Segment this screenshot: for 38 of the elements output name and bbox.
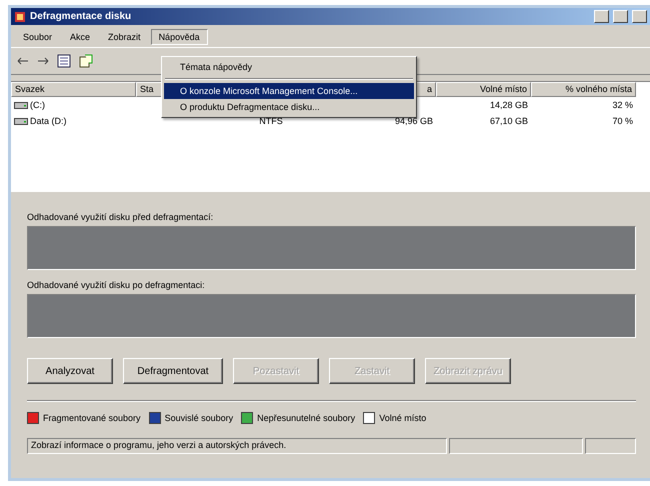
table-cell: Data (D:)	[11, 113, 136, 129]
before-label: Odhadované využití disku před defragmentací:	[27, 212, 214, 222]
menu-item[interactable]: Akce	[62, 29, 98, 45]
column-header[interactable]: Svazek	[11, 82, 136, 97]
table-cell: (C:)	[11, 97, 136, 113]
legend-label: Nepřesunutelné soubory	[257, 413, 356, 423]
forward-arrow-icon[interactable]	[37, 57, 49, 65]
table-cell-text: 94,96 GB	[394, 115, 434, 128]
table-cell-text: 32 %	[611, 99, 634, 112]
menu-entry[interactable]: O produktu Defragmentace disku...	[164, 99, 414, 115]
column-header[interactable]: % volného místa	[531, 82, 636, 97]
back-arrow-icon[interactable]	[17, 57, 29, 65]
table-cell-text: 70 %	[611, 115, 634, 128]
maximize-button[interactable]	[613, 10, 628, 23]
menu-entry[interactable]: Témata nápovědy	[164, 59, 414, 75]
table-cell-text: 67,10 GB	[488, 115, 529, 128]
legend-label: Souvislé soubory	[164, 413, 234, 423]
minimize-button[interactable]	[594, 10, 609, 23]
defrag-app-icon	[14, 10, 26, 22]
properties-icon[interactable]	[57, 54, 71, 68]
menu-item[interactable]: Zobrazit	[100, 29, 149, 45]
drive-icon	[14, 100, 28, 110]
menu-item[interactable]: Nápověda	[150, 29, 208, 45]
status-panel	[585, 438, 636, 454]
column-header[interactable]: Volné místo	[436, 82, 531, 97]
menu-entry[interactable]: O konzole Microsoft Management Console...	[164, 83, 414, 99]
legend-label: Volné místo	[379, 413, 426, 423]
action-button[interactable]: Defragmentovat	[123, 358, 223, 384]
window-title: Defragmentace disku	[30, 11, 132, 22]
action-button[interactable]: Analyzovat	[27, 358, 113, 384]
legend-label: Fragmentované soubory	[43, 413, 141, 423]
menu-item[interactable]: Soubor	[15, 29, 60, 45]
table-cell-text: NTFS	[258, 115, 284, 128]
status-text: Zobrazí informace o programu, jeho verzi a autorských právech.	[27, 438, 447, 454]
close-button[interactable]	[632, 10, 647, 23]
table-cell-text: 14,28 GB	[488, 99, 529, 112]
after-label: Odhadované využití disku po defragmentaci:	[27, 280, 206, 290]
drive-icon	[14, 116, 28, 126]
